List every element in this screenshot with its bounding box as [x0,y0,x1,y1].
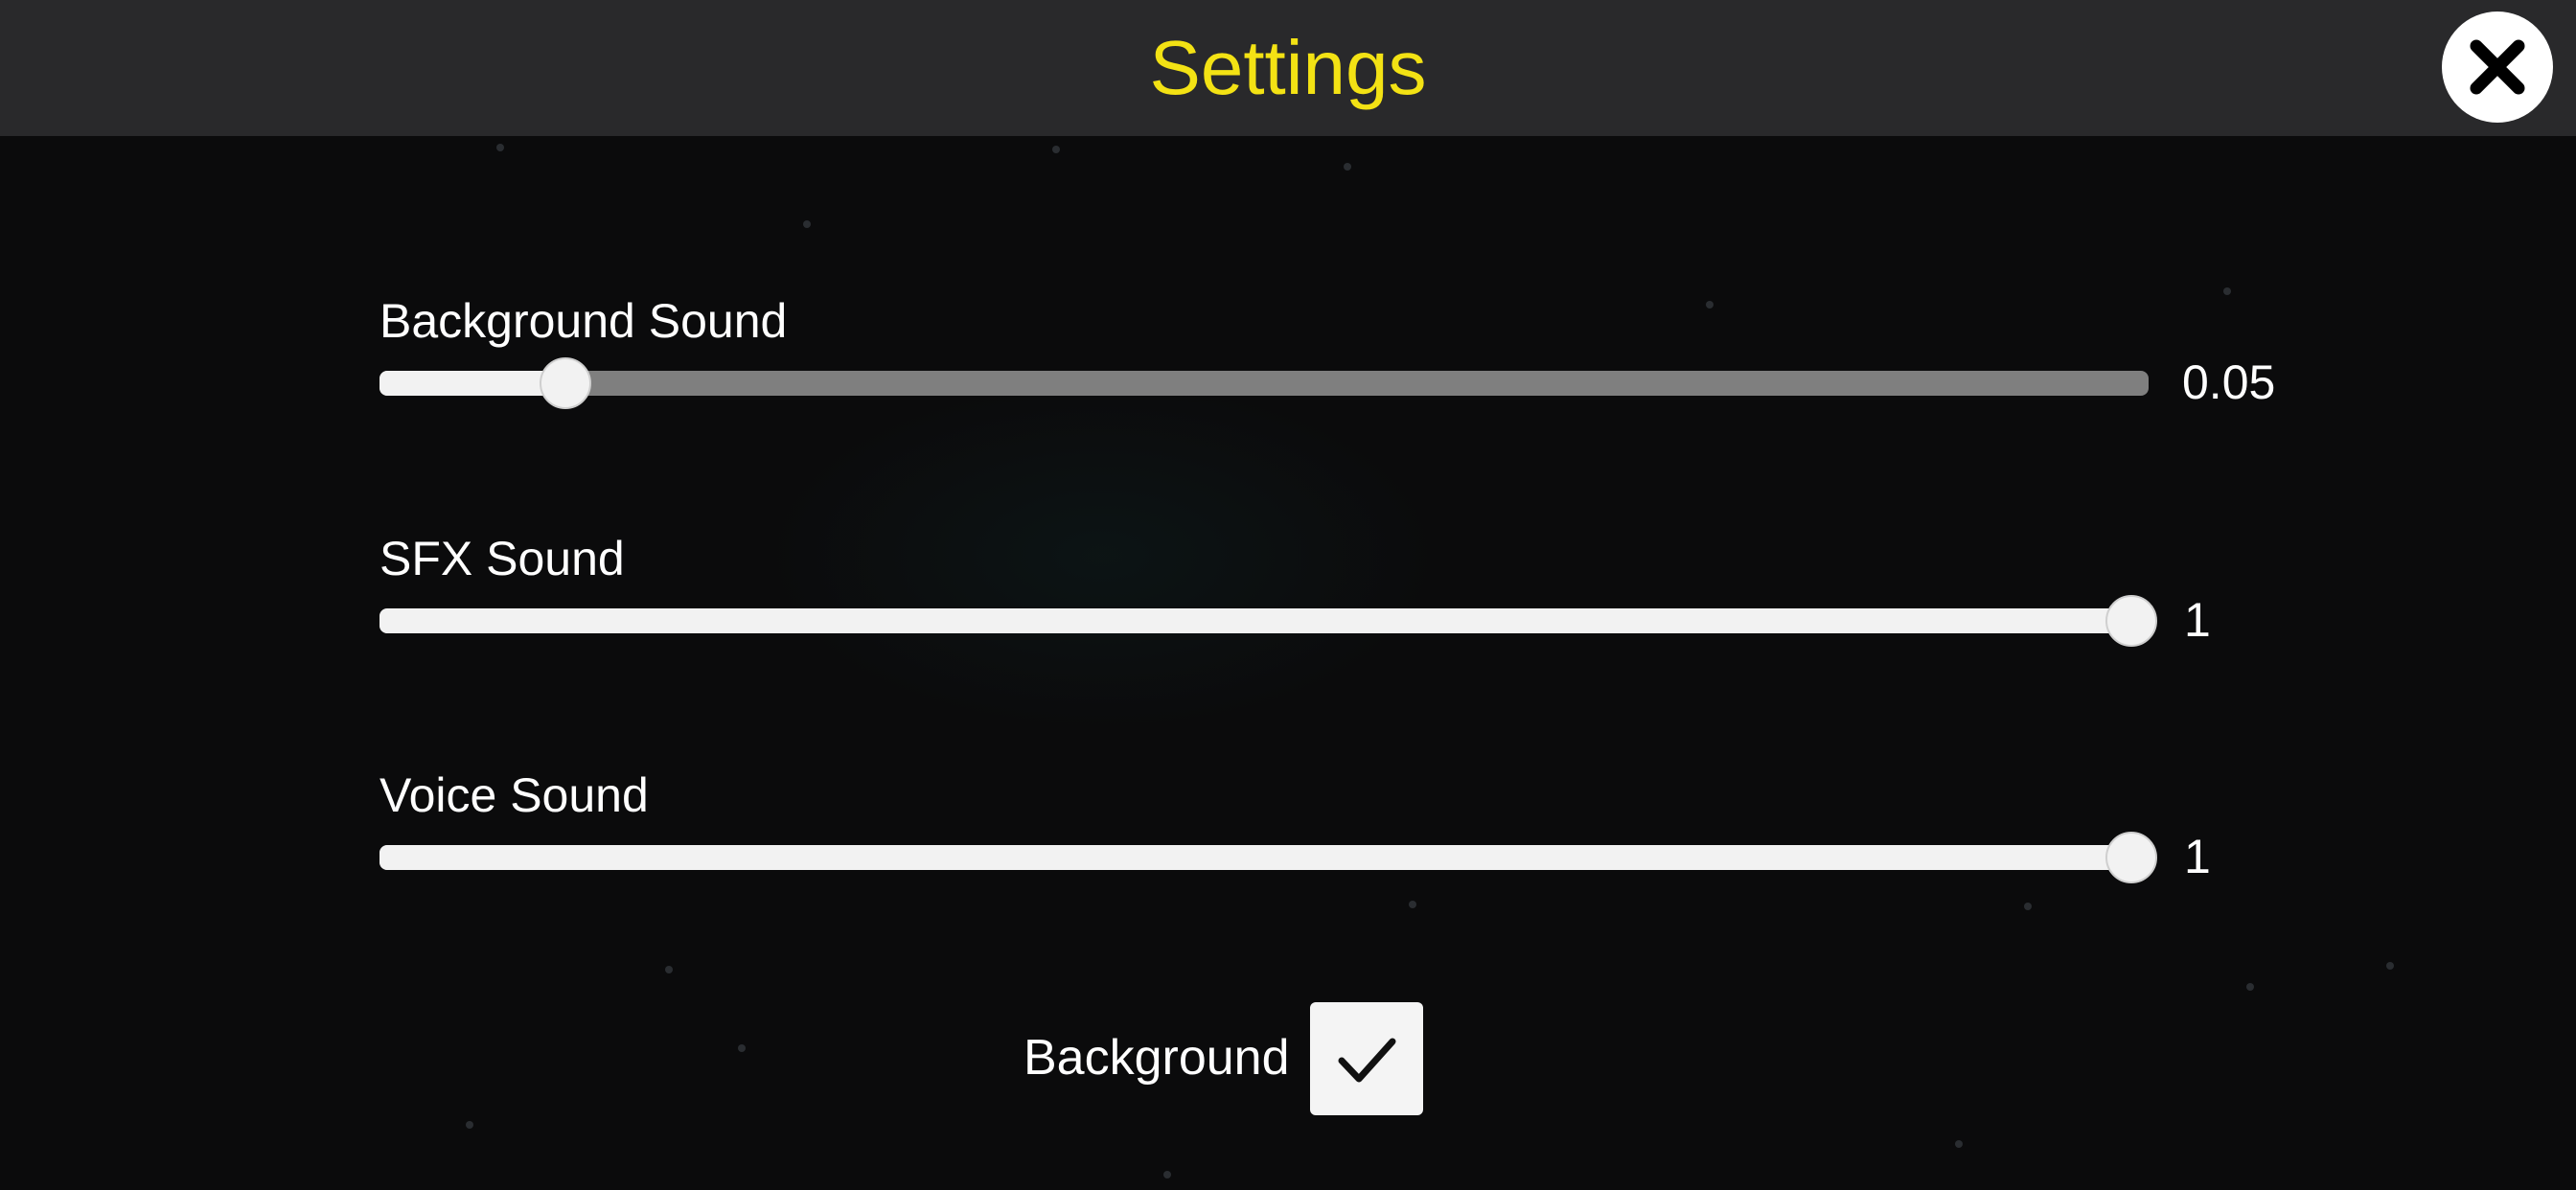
background-speck [1344,163,1351,171]
background-speck [2223,287,2231,295]
close-icon [2470,39,2525,95]
background-toggle-label: Background [1024,1030,1290,1086]
background-checkbox[interactable] [1310,1002,1423,1115]
background-speck [803,220,811,228]
background-speck [1955,1140,1963,1148]
settings-screen: Settings Background Sound 0.05 SFX Sound… [0,0,2576,1190]
background-speck [1409,901,1416,908]
sfx-sound-value: 1 [2184,593,2211,647]
background-speck [2024,903,2032,910]
slider-handle[interactable] [2105,832,2157,883]
slider-handle[interactable] [2105,595,2157,647]
background-speck [496,144,504,151]
background-speck [738,1044,746,1052]
page-title: Settings [1149,25,1427,110]
sfx-sound-slider[interactable] [380,595,2157,647]
background-speck [1706,301,1714,309]
background-speck [1163,1171,1171,1179]
background-speck [1052,146,1060,153]
slider-fill [380,608,2131,633]
background-speck [2386,962,2394,970]
background-speck [466,1121,473,1129]
sfx-sound-label: SFX Sound [380,532,625,585]
slider-fill [380,845,2131,870]
slider-handle[interactable] [540,357,591,409]
checkmark-icon [1338,1038,1396,1083]
background-speck [665,966,673,973]
background-sound-slider[interactable] [380,357,2149,409]
voice-sound-slider[interactable] [380,832,2157,883]
close-button[interactable] [2442,11,2553,123]
voice-sound-value: 1 [2184,830,2211,883]
background-sound-value: 0.05 [2182,355,2276,409]
background-speck [2246,983,2254,991]
voice-sound-label: Voice Sound [380,768,649,822]
slider-fill [380,371,565,396]
background-sound-label: Background Sound [380,294,788,348]
